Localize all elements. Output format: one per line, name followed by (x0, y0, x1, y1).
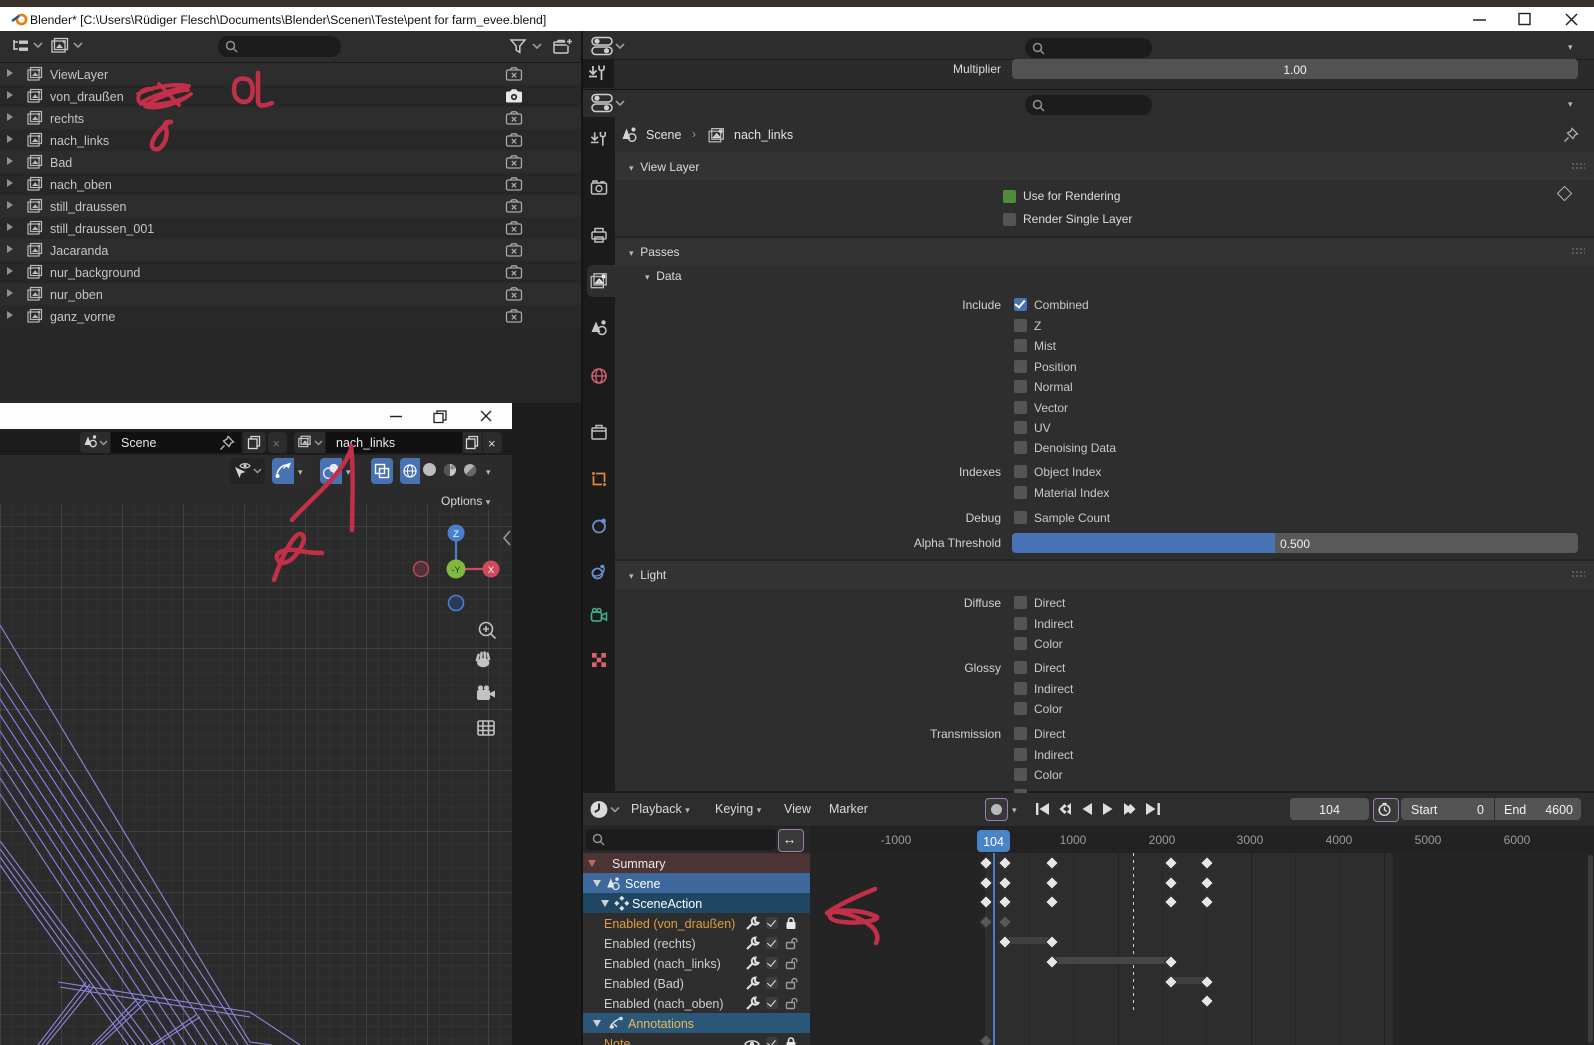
svg-text:X: X (488, 565, 495, 576)
svg-text:-Y: -Y (452, 565, 461, 575)
svg-text:Z: Z (453, 529, 459, 540)
